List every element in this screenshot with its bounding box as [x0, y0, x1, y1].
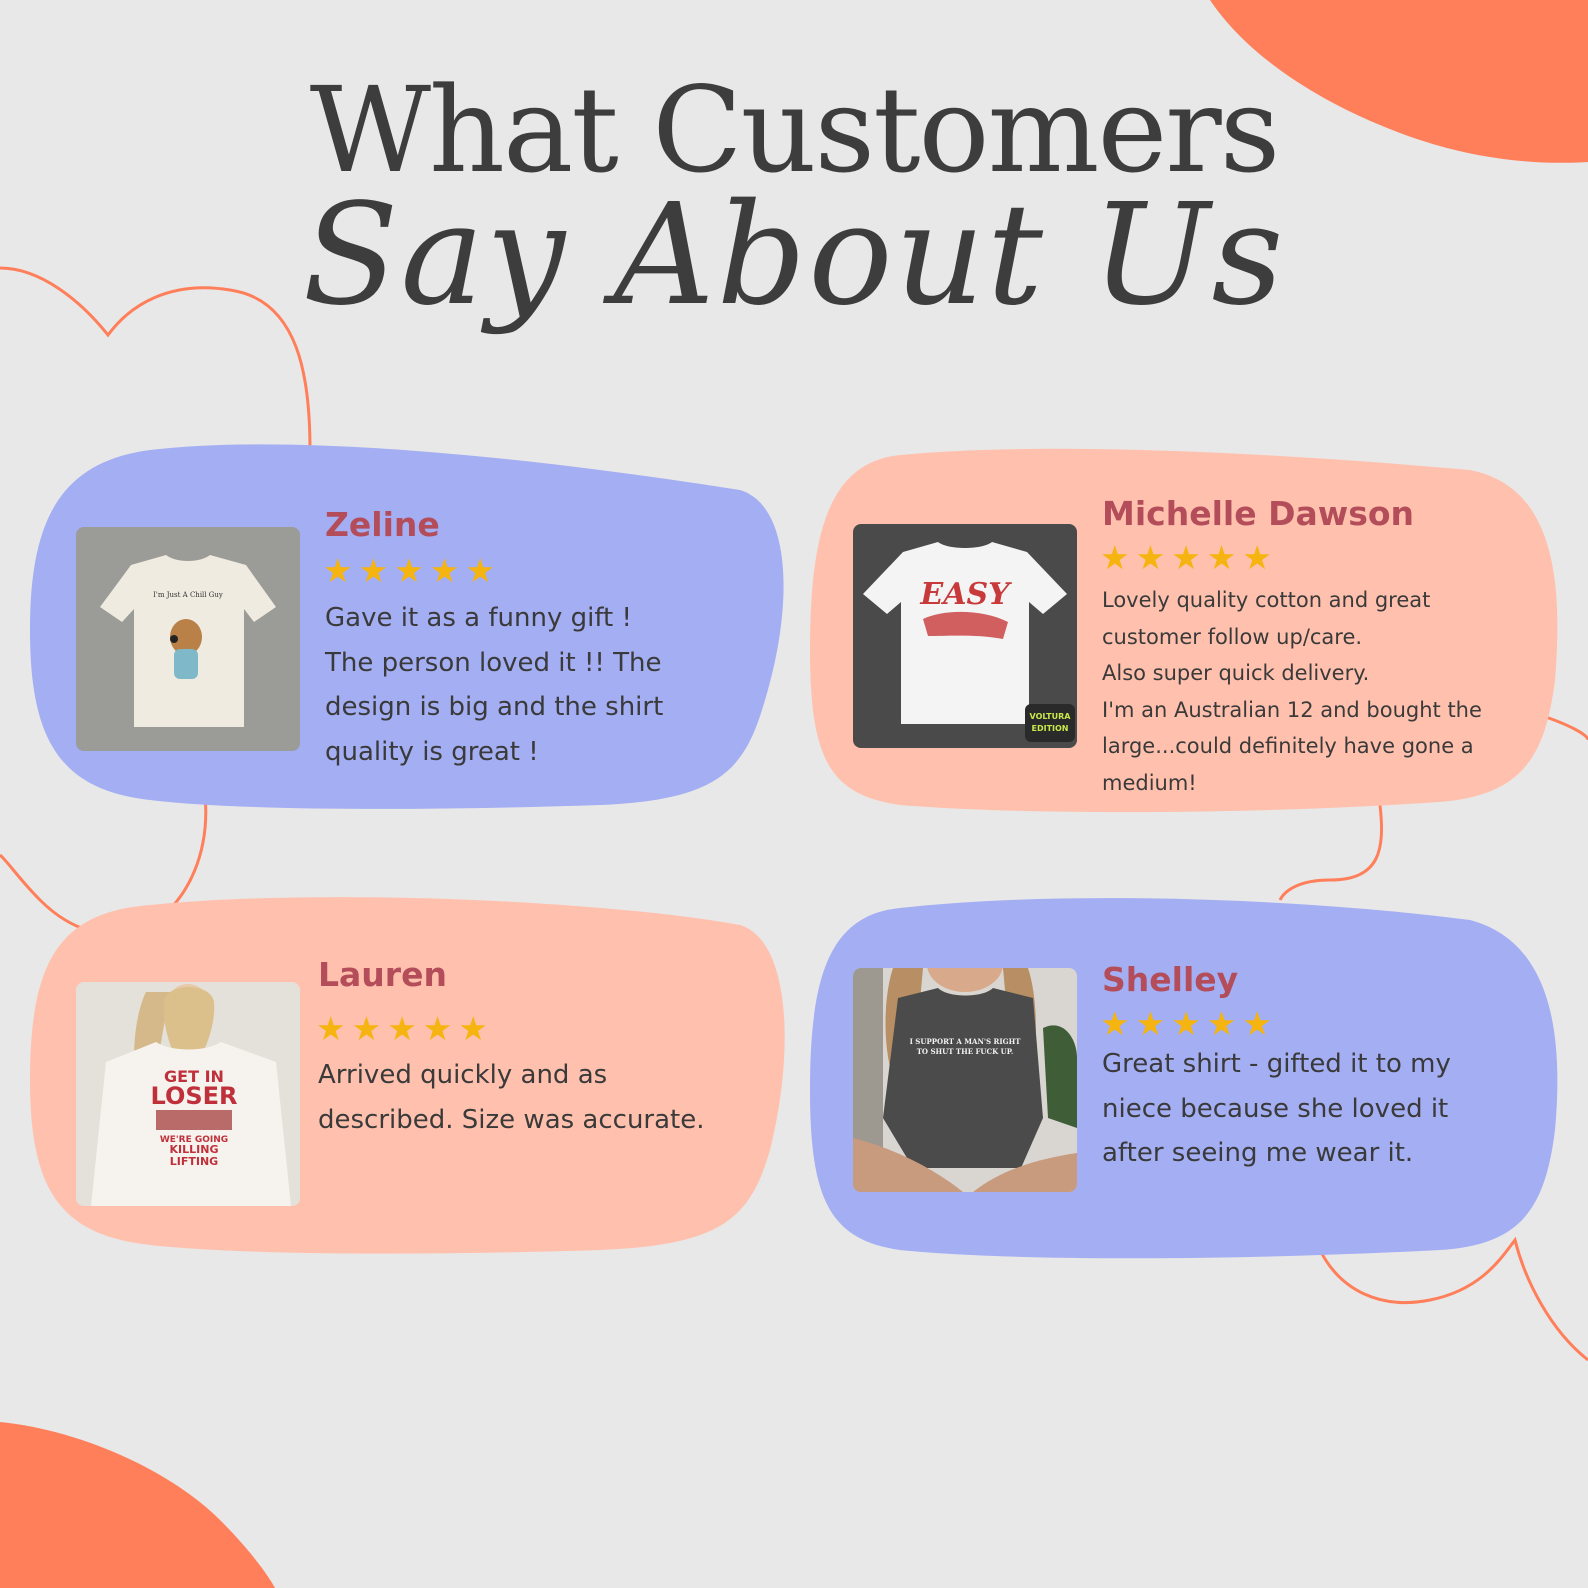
- page-title-line2: Say About Us: [302, 174, 1286, 337]
- orange-squiggle-left: [0, 266, 312, 936]
- orange-corner-blob-bottom-left: [0, 1422, 275, 1588]
- orange-squiggle-right: [1278, 713, 1588, 1362]
